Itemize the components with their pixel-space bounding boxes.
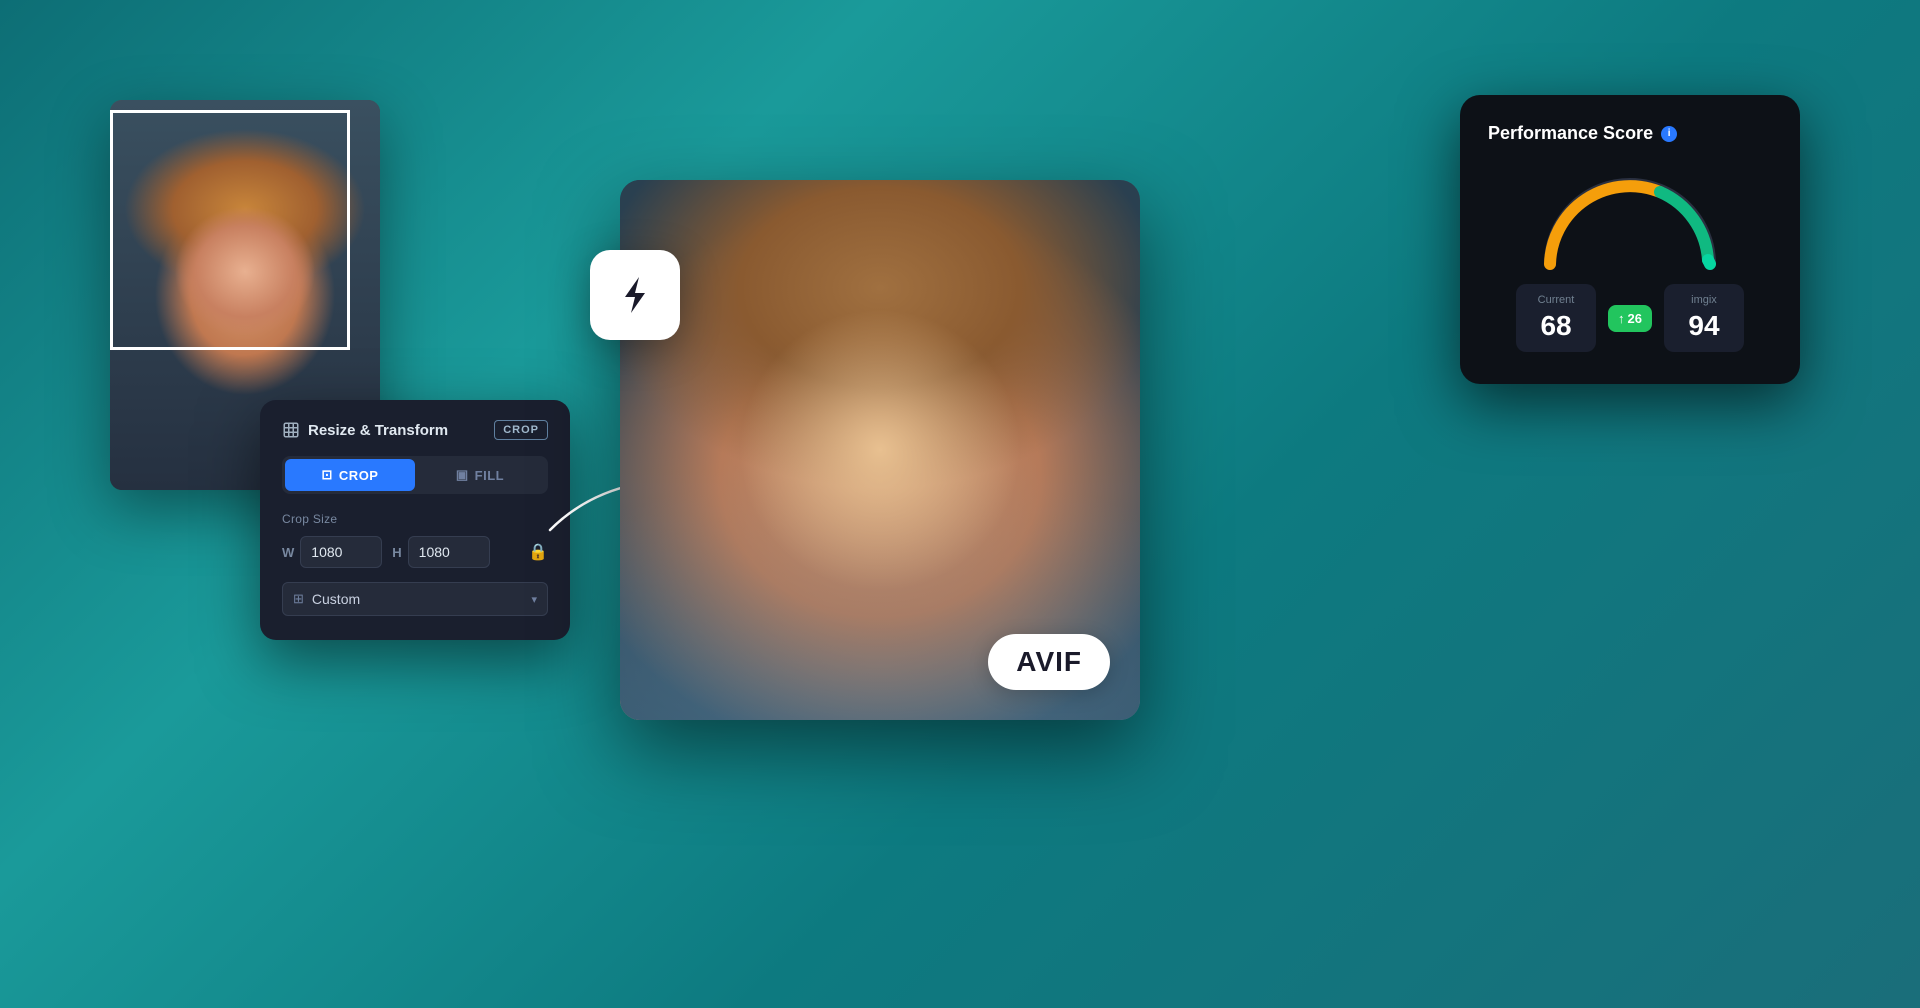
height-input[interactable]: 1080 [408,536,490,568]
current-value: 68 [1532,310,1580,342]
dropdown-arrow-icon: ▾ [531,593,537,606]
tab-crop[interactable]: ⊡ CROP [285,459,415,491]
resize-icon [282,421,300,439]
main-scene: Resize & Transform CROP ⊡ CROP ▣ FILL Cr… [0,0,1920,1008]
tab-fill-label: FILL [475,468,504,483]
performance-gauge [1530,164,1730,274]
current-score-box: Current 68 [1516,284,1596,352]
improvement-badge: ↑ 26 [1608,305,1652,332]
width-label: W [282,545,294,560]
up-arrow-icon: ↑ [1618,311,1625,326]
aspect-ratio-dropdown[interactable]: ⊞ Custom ▾ [282,582,548,616]
fill-tab-icon: ▣ [456,467,469,483]
width-input[interactable]: 1080 [300,536,382,568]
dropdown-selected-value: Custom [312,591,524,607]
info-icon[interactable]: i [1661,126,1677,142]
height-field: H 1080 [392,536,489,568]
current-label: Current [1532,294,1580,306]
lock-icon[interactable]: 🔒 [528,542,548,562]
lightning-bolt-icon [615,275,655,315]
score-comparison-row: Current 68 ↑ 26 imgix 94 [1488,284,1772,352]
crop-tab-icon: ⊡ [322,467,333,483]
avif-badge: AVIF [988,634,1110,690]
resize-transform-panel: Resize & Transform CROP ⊡ CROP ▣ FILL Cr… [260,400,570,640]
imgix-score-box: imgix 94 [1664,284,1744,352]
imgix-value: 94 [1680,310,1728,342]
lightning-icon-card [590,250,680,340]
improvement-value: 26 [1628,311,1642,326]
panel-title-text: Resize & Transform [308,422,448,439]
tab-fill[interactable]: ▣ FILL [415,459,545,491]
tab-crop-label: CROP [339,468,379,483]
panel-title: Resize & Transform [282,421,448,439]
panel-header: Resize & Transform CROP [282,420,548,440]
performance-score-panel: Performance Score i Current 68 [1460,95,1800,384]
crop-size-label: Crop Size [282,512,548,526]
height-label: H [392,545,401,560]
perf-panel-header: Performance Score i [1488,123,1772,144]
mode-tabs: ⊡ CROP ▣ FILL [282,456,548,494]
width-field: W 1080 [282,536,382,568]
gauge-svg [1530,164,1730,274]
perf-panel-title: Performance Score [1488,123,1653,144]
imgix-label: imgix [1680,294,1728,306]
main-photo-card: AVIF [620,180,1140,720]
crop-badge: CROP [494,420,548,440]
dropdown-ratio-icon: ⊞ [293,591,304,607]
size-inputs-row: W 1080 H 1080 🔒 [282,536,548,568]
